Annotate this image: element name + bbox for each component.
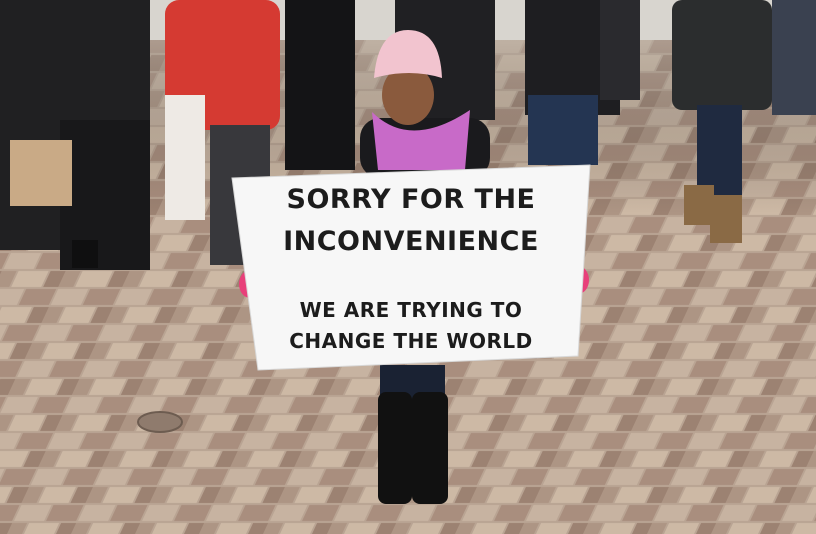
drain-cover — [137, 411, 183, 433]
cardboard-box — [10, 140, 72, 206]
sign-line-4: CHANGE THE WORLD — [289, 329, 533, 353]
sign-line-1: SORRY FOR THE — [286, 184, 536, 215]
street-scene — [0, 0, 816, 534]
sign-line-3: WE ARE TRYING TO — [299, 298, 523, 322]
sign-line-2: INCONVENIENCE — [283, 226, 539, 257]
